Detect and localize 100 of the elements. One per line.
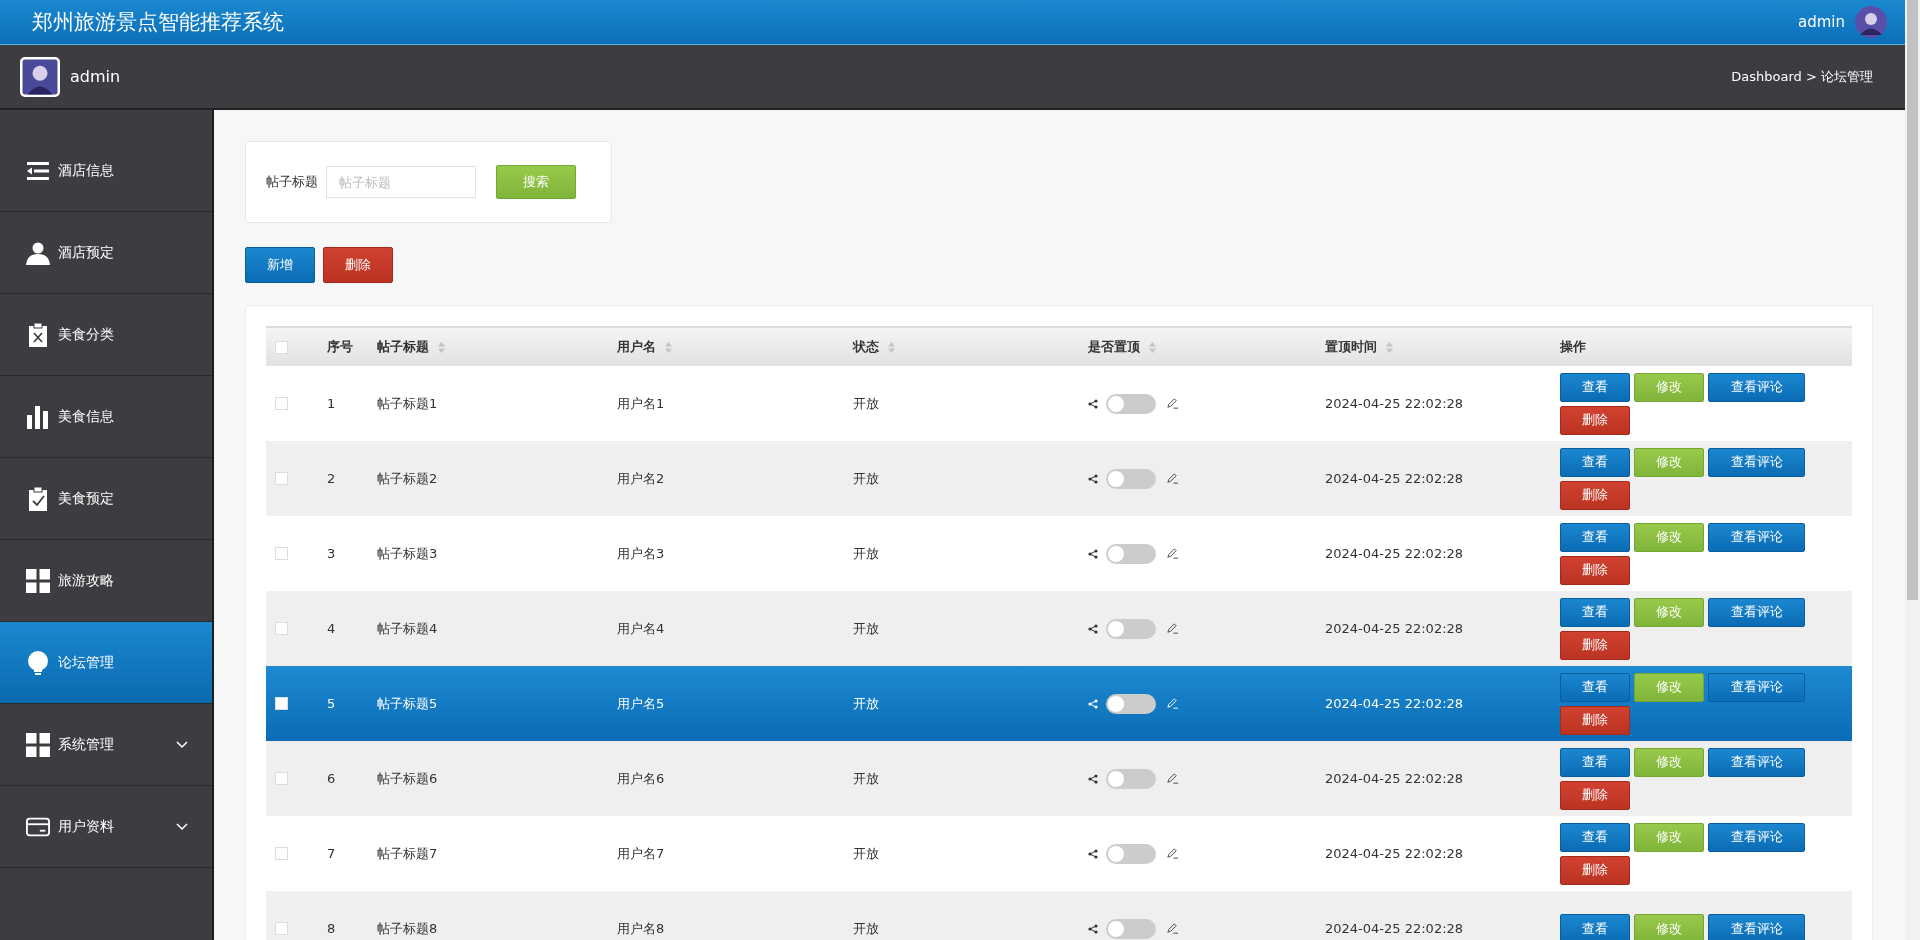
delete-button[interactable]: 删除 — [323, 247, 393, 283]
view-button[interactable]: 查看 — [1560, 597, 1630, 627]
delete-button[interactable]: 删除 — [1560, 705, 1630, 735]
table-row[interactable]: 8 帖子标题8 用户名8 开放 2024-04-25 22:02:28 查看 修改 查看评论 — [266, 891, 1852, 940]
view-button[interactable]: 查看评论 — [1708, 822, 1805, 852]
sort-icon[interactable] — [1148, 340, 1157, 354]
view-button[interactable]: 查看评论 — [1708, 914, 1805, 940]
column-header: 序号 — [327, 338, 353, 356]
view-button[interactable]: 查看 — [1560, 914, 1630, 940]
view-button[interactable]: 查看评论 — [1708, 372, 1805, 402]
sidebar-item[interactable]: 美食预定 — [0, 458, 212, 540]
table-cell: 2 — [327, 471, 336, 486]
toggle-switch[interactable] — [1106, 918, 1156, 939]
table-row[interactable]: 2 帖子标题2 用户名2 开放 2024-04-25 22:02:28 查看 修改 查看评论 删除 — [266, 441, 1852, 516]
add-button[interactable]: 新增 — [245, 247, 315, 283]
table-cell: 用户名6 — [617, 769, 665, 788]
sidebar-item[interactable]: 酒店预定 — [0, 212, 212, 294]
delete-button[interactable]: 删除 — [1560, 780, 1630, 810]
table-cell: 2024-04-25 22:02:28 — [1325, 921, 1464, 936]
view-button[interactable]: 查看 — [1560, 447, 1630, 477]
pencil-icon[interactable] — [1166, 397, 1179, 410]
sidebar-item[interactable]: 用户资料 — [0, 786, 212, 868]
share-icon — [1088, 473, 1098, 484]
table-cell: 用户名2 — [617, 469, 665, 488]
pencil-icon[interactable] — [1166, 847, 1179, 860]
toggle-switch[interactable] — [1106, 843, 1156, 864]
table-cell: 3 — [327, 546, 336, 561]
view-button[interactable]: 查看评论 — [1708, 672, 1805, 702]
scrollbar[interactable] — [1905, 0, 1920, 940]
view-button[interactable]: 查看 — [1560, 372, 1630, 402]
row-checkbox[interactable] — [275, 697, 288, 710]
sidebar-item[interactable]: 系统管理 — [0, 704, 212, 786]
table-cell: 帖子标题8 — [377, 919, 438, 938]
column-header[interactable]: 帖子标题 — [377, 338, 429, 356]
sort-icon[interactable] — [887, 340, 896, 354]
pencil-icon[interactable] — [1166, 472, 1179, 485]
pencil-icon[interactable] — [1166, 772, 1179, 785]
toggle-switch[interactable] — [1106, 768, 1156, 789]
column-header[interactable]: 置顶时间 — [1325, 338, 1377, 356]
pencil-icon[interactable] — [1166, 922, 1179, 935]
table-cell: 帖子标题4 — [377, 619, 438, 638]
column-header[interactable]: 是否置顶 — [1088, 338, 1140, 356]
sidebar-item[interactable]: 美食信息 — [0, 376, 212, 458]
share-icon — [1088, 548, 1098, 559]
delete-button[interactable]: 删除 — [1560, 855, 1630, 885]
table-row[interactable]: 5 帖子标题5 用户名5 开放 2024-04-25 22:02:28 查看 修改 查看评论 删除 — [266, 666, 1852, 741]
delete-button[interactable]: 删除 — [1560, 480, 1630, 510]
sidebar-item[interactable]: 酒店信息 — [0, 130, 212, 212]
toggle-switch[interactable] — [1106, 468, 1156, 489]
sort-icon[interactable] — [1385, 340, 1394, 354]
pencil-icon[interactable] — [1166, 622, 1179, 635]
view-button[interactable]: 查看评论 — [1708, 747, 1805, 777]
row-checkbox[interactable] — [275, 397, 288, 410]
table-cell: 开放 — [853, 469, 879, 488]
table-cell: 帖子标题5 — [377, 694, 438, 713]
view-button[interactable]: 查看评论 — [1708, 522, 1805, 552]
table-cell: 帖子标题2 — [377, 469, 438, 488]
view-button[interactable]: 查看 — [1560, 522, 1630, 552]
table-cell: 8 — [327, 921, 336, 936]
select-all-checkbox[interactable] — [275, 340, 288, 354]
row-checkbox[interactable] — [275, 472, 288, 485]
avatar-icon — [20, 56, 60, 97]
table-cell: 2024-04-25 22:02:28 — [1325, 771, 1464, 786]
row-checkbox[interactable] — [275, 847, 288, 860]
toggle-switch[interactable] — [1106, 618, 1156, 639]
row-checkbox[interactable] — [275, 772, 288, 785]
app-title: 郑州旅游景点智能推荐系统 — [32, 9, 284, 36]
share-icon — [1088, 698, 1098, 709]
view-button[interactable]: 查看 — [1560, 747, 1630, 777]
share-icon — [1088, 623, 1098, 634]
table-cell: 开放 — [853, 919, 879, 938]
pencil-icon[interactable] — [1166, 547, 1179, 560]
row-checkbox[interactable] — [275, 622, 288, 635]
table-cell: 帖子标题1 — [377, 394, 438, 413]
table-cell: 2024-04-25 22:02:28 — [1325, 621, 1464, 636]
sidebar-item[interactable]: 美食分类 — [0, 294, 212, 376]
view-button[interactable]: 查看评论 — [1708, 447, 1805, 477]
row-checkbox[interactable] — [275, 547, 288, 560]
table-row[interactable]: 4 帖子标题4 用户名4 开放 2024-04-25 22:02:28 查看 修改 查看评论 删除 — [266, 591, 1852, 666]
table-cell: 2024-04-25 22:02:28 — [1325, 846, 1464, 861]
sidebar-item[interactable]: 论坛管理 — [0, 622, 212, 704]
avatar-icon[interactable] — [1855, 6, 1887, 38]
toggle-switch[interactable] — [1106, 693, 1156, 714]
table-row[interactable]: 6 帖子标题6 用户名6 开放 2024-04-25 22:02:28 查看 修改 查看评论 删除 — [266, 741, 1852, 816]
delete-button[interactable]: 删除 — [1560, 630, 1630, 660]
view-button[interactable]: 查看评论 — [1708, 597, 1805, 627]
toggle-switch[interactable] — [1106, 543, 1156, 564]
row-checkbox[interactable] — [275, 922, 288, 935]
delete-button[interactable]: 删除 — [1560, 405, 1630, 435]
sort-icon[interactable] — [437, 340, 446, 354]
view-button[interactable]: 查看 — [1560, 672, 1630, 702]
toggle-switch[interactable] — [1106, 393, 1156, 414]
sort-icon[interactable] — [664, 340, 673, 354]
table-cell: 帖子标题6 — [377, 769, 438, 788]
search-field[interactable]: 帖子标题 — [326, 166, 476, 198]
delete-button[interactable]: 删除 — [1560, 555, 1630, 585]
lightbulb-icon — [26, 650, 50, 675]
column-header[interactable]: 状态 — [853, 338, 879, 356]
view-button[interactable]: 查看 — [1560, 822, 1630, 852]
column-header[interactable]: 用户名 — [617, 338, 656, 356]
